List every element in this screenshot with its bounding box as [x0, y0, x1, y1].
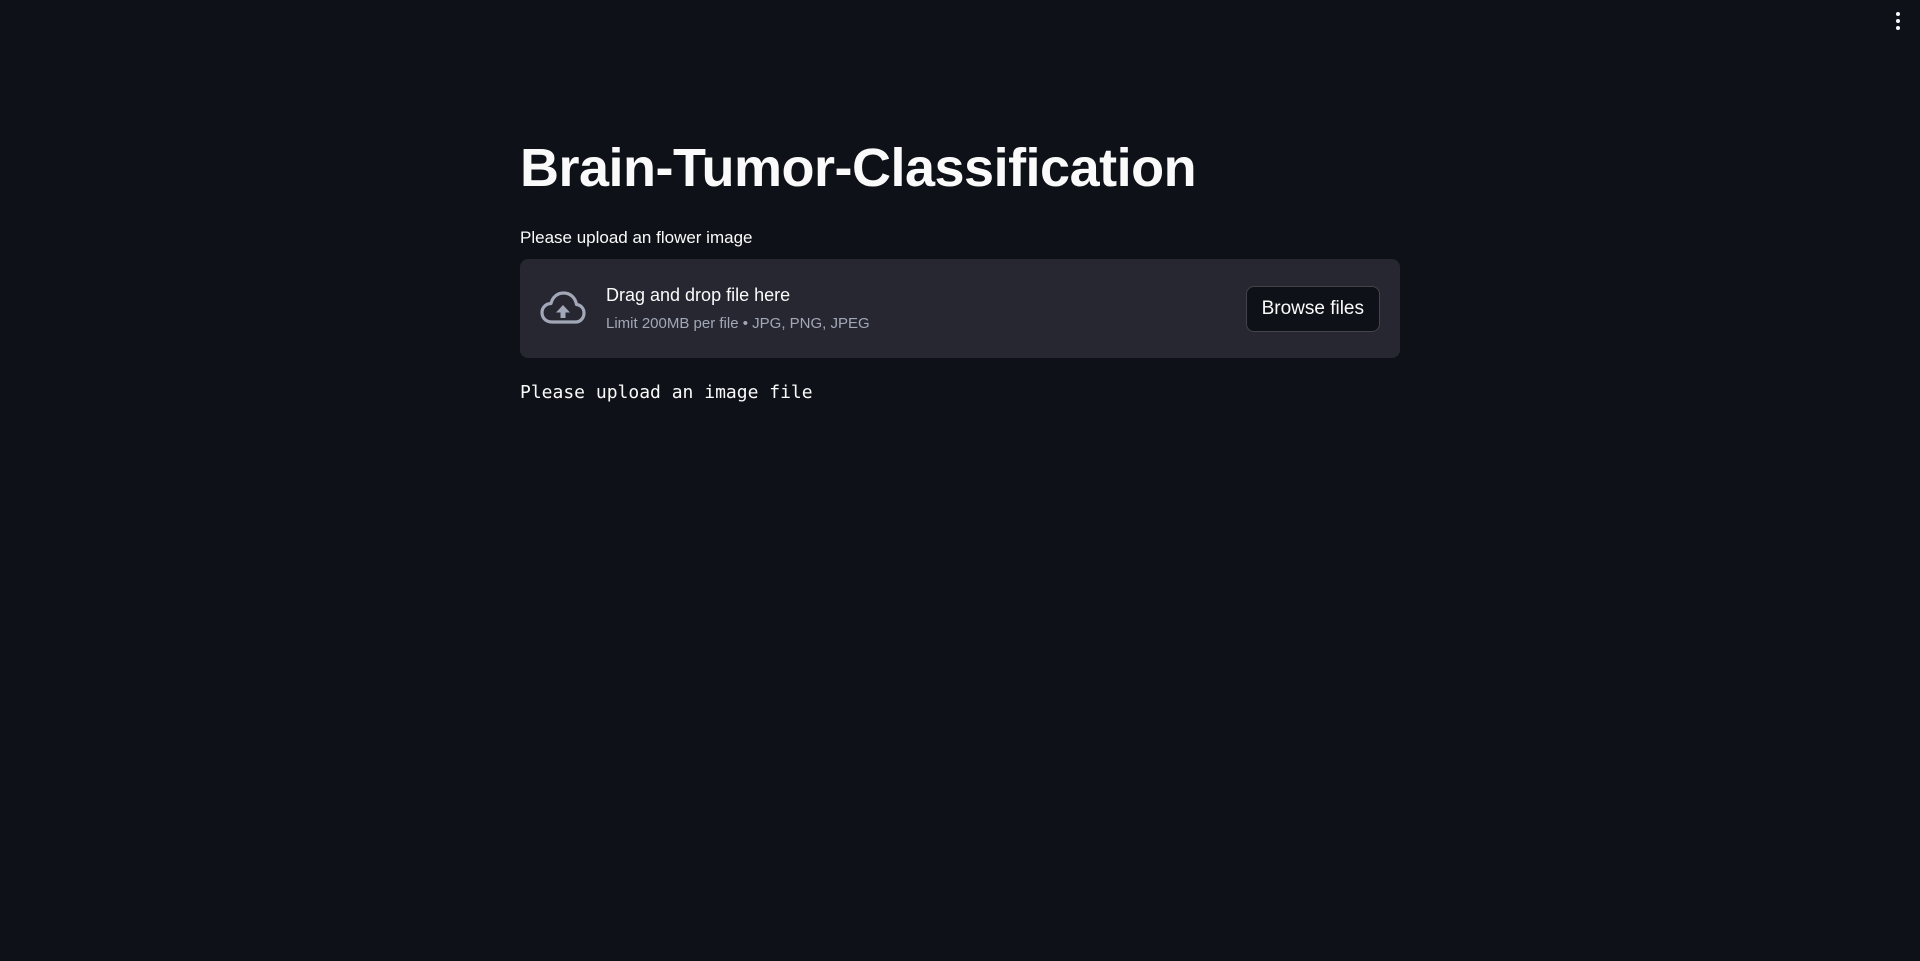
kebab-menu-icon-dot: [1896, 19, 1900, 23]
dropzone-text: Drag and drop file here Limit 200MB per …: [606, 283, 1246, 334]
kebab-menu-icon-dot: [1896, 26, 1900, 30]
file-uploader-label: Please upload an flower image: [520, 228, 753, 247]
kebab-menu-icon: [1896, 12, 1900, 16]
app-root: Brain-Tumor-Classification Please upload…: [0, 0, 1920, 961]
file-dropzone[interactable]: Drag and drop file here Limit 200MB per …: [520, 259, 1400, 358]
page-title: Brain-Tumor-Classification: [520, 138, 1197, 198]
cloud-upload-icon: [540, 290, 586, 324]
file-limit-text: Limit 200MB per file • JPG, PNG, JPEG: [606, 315, 870, 332]
dropzone-instructions: Drag and drop file here: [606, 285, 791, 305]
upload-status-message: Please upload an image file: [520, 382, 813, 403]
main-menu-button[interactable]: [1890, 8, 1906, 34]
main-content: Brain-Tumor-Classification Please upload…: [520, 130, 1400, 404]
browse-files-button[interactable]: Browse files: [1245, 285, 1380, 332]
